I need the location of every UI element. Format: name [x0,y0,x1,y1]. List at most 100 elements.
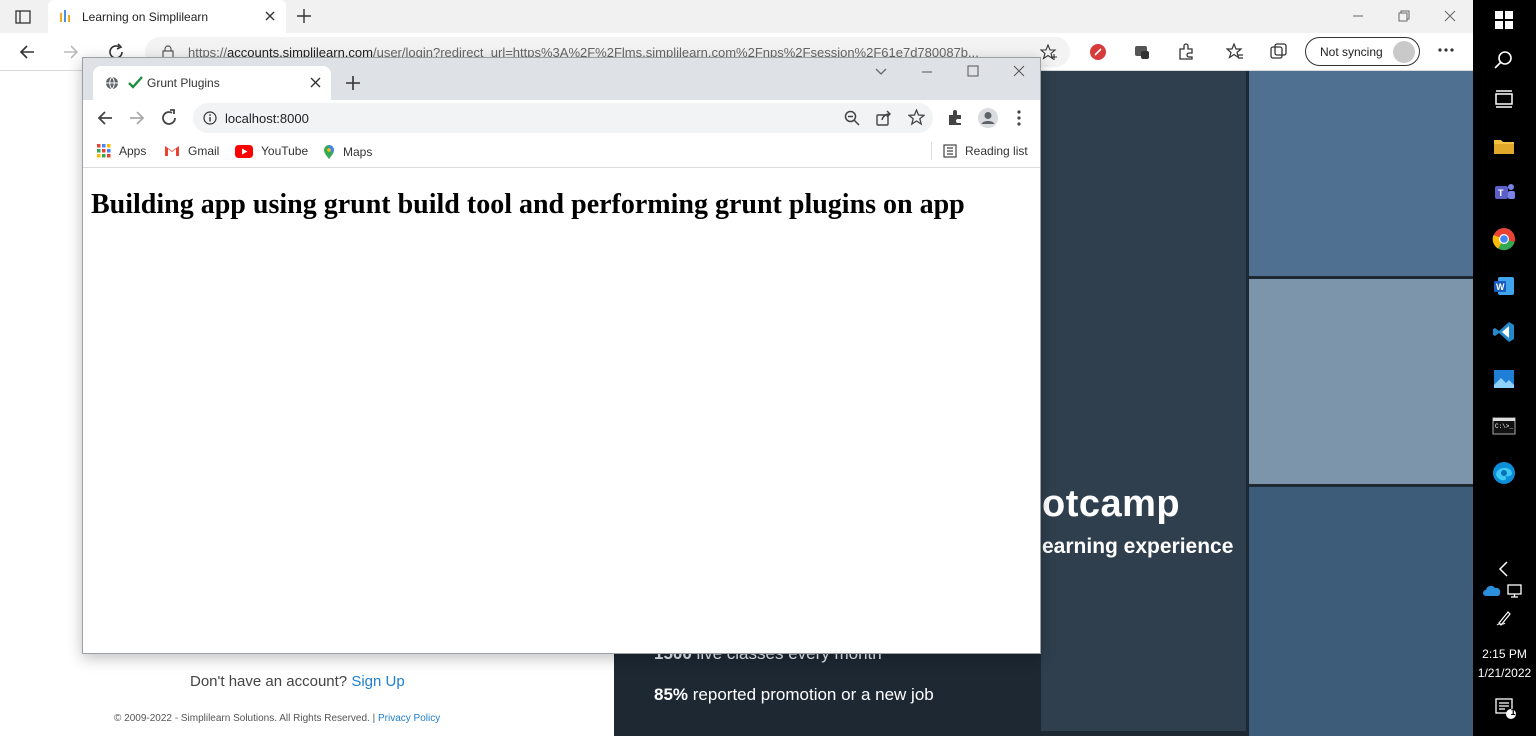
clock-time[interactable]: 2:15 PM [1473,647,1536,661]
chrome-tab-grunt-plugins[interactable]: Grunt Plugins [93,66,331,100]
favorites-icon[interactable] [1226,43,1244,61]
signup-link[interactable]: Sign Up [351,673,404,690]
extension-red-icon[interactable] [1089,43,1107,61]
windows-start-icon[interactable] [1492,8,1518,34]
back-icon[interactable] [96,109,114,127]
forward-icon[interactable] [128,109,146,127]
close-window-icon[interactable] [1444,10,1456,22]
collections-icon[interactable] [1270,43,1288,61]
copyright-text: © 2009-2022 - Simplilearn Solutions. All… [114,713,376,724]
bookmark-maps[interactable]: Maps [323,144,372,160]
maximize-icon[interactable] [967,65,979,77]
task-view-icon[interactable] [1492,88,1518,114]
globe-icon [105,76,119,90]
svg-text:T: T [1498,188,1504,198]
maps-pin-icon [323,144,335,160]
hero-photo-bottom [1249,487,1473,736]
chrome-browser-window: Grunt Plugins localhost:8000 Apps Gmail … [82,57,1041,654]
tab-actions-icon[interactable] [15,9,31,25]
reading-list-label: Reading list [965,144,1028,158]
extension-cursor-icon[interactable] [1133,43,1151,61]
onedrive-icon[interactable] [1483,585,1501,597]
terminal-icon[interactable]: C:\>_ [1492,414,1518,440]
page-heading: Building app using grunt build tool and … [91,189,965,220]
copyright-line: © 2009-2022 - Simplilearn Solutions. All… [114,713,440,724]
edge-icon[interactable] [1492,461,1518,487]
chrome-omnibox[interactable]: localhost:8000 [193,103,933,133]
close-tab-icon[interactable] [264,10,276,22]
chrome-icon[interactable] [1492,227,1518,253]
svg-text:C:\>_: C:\>_ [1495,423,1513,430]
bookmark-youtube[interactable]: YouTube [235,144,308,158]
windows-taskbar: T W C:\>_ 1 [1473,0,1536,736]
add-favorite-icon[interactable] [1040,44,1058,60]
forward-icon[interactable] [62,43,80,61]
edge-tab-title: Learning on Simplilearn [82,9,209,24]
vscode-icon[interactable] [1492,320,1518,346]
extensions-puzzle-icon[interactable] [947,109,964,126]
apps-grid-icon [97,144,111,158]
network-icon[interactable] [1507,584,1523,598]
checkmark-icon [128,76,143,89]
hero-photo-top [1249,71,1473,276]
bookmark-apps[interactable]: Apps [97,144,146,158]
photos-icon[interactable] [1492,367,1518,393]
extensions-puzzle-icon[interactable] [1177,43,1195,61]
sync-status-label: Not syncing [1320,44,1383,59]
show-hidden-icons-chevron-icon[interactable] [1492,557,1518,583]
gmail-icon [164,145,180,157]
signup-prompt-line: Don't have an account? Sign Up [190,673,405,690]
file-explorer-icon[interactable] [1492,134,1518,160]
hero-subtitle: earning experience [1042,535,1234,558]
back-icon[interactable] [18,43,36,61]
reading-list-button[interactable]: Reading list [943,144,1028,158]
edge-tab-simplilearn[interactable]: Learning on Simplilearn [48,0,286,33]
signup-prompt: Don't have an account? [190,673,348,690]
youtube-icon [235,144,253,158]
chrome-menu-icon[interactable] [1017,110,1021,126]
profile-avatar-icon [1393,41,1415,63]
stat2-number: 85% [654,685,689,704]
tab-search-chevron-icon[interactable] [875,68,887,76]
close-window-icon[interactable] [1013,65,1025,77]
profile-sync-button[interactable]: Not syncing [1305,37,1420,66]
minimize-icon[interactable] [921,66,933,78]
pen-icon[interactable] [1496,610,1512,626]
svg-text:W: W [1496,282,1505,292]
zoom-icon[interactable] [844,110,860,126]
chrome-toolbar: localhost:8000 [83,100,1040,136]
close-tab-icon[interactable] [310,77,321,88]
new-tab-icon[interactable] [296,8,312,24]
notification-count: 1 [1510,707,1516,717]
chrome-page-content: Building app using grunt build tool and … [83,169,1040,653]
chrome-tab-title: Grunt Plugins [147,76,220,90]
bookmark-gmail-label: Gmail [188,144,220,158]
bookmarks-bar: Apps Gmail YouTube Maps Reading list [83,136,1040,168]
minimize-icon[interactable] [1352,10,1364,22]
bookmark-star-icon[interactable] [908,109,925,126]
teams-icon[interactable]: T [1492,180,1518,206]
chrome-url-text: localhost:8000 [225,111,309,126]
word-icon[interactable]: W [1492,274,1518,300]
bookmark-youtube-label: YouTube [261,144,309,158]
stat-promotion: 85% reported promotion or a new job [654,685,934,705]
clock-date[interactable]: 1/21/2022 [1473,666,1536,680]
search-icon[interactable] [1492,48,1518,74]
reading-list-icon [943,144,957,158]
new-tab-icon[interactable] [346,76,360,90]
share-icon[interactable] [876,110,892,126]
bookmarks-divider [931,142,932,160]
more-options-icon[interactable] [1437,47,1455,53]
restore-icon[interactable] [1398,10,1410,22]
hero-photo-left [1041,71,1246,731]
edge-tab-bar: Learning on Simplilearn [0,0,1473,33]
bookmark-gmail[interactable]: Gmail [164,144,219,158]
hero-photo-middle [1249,279,1473,484]
profile-icon[interactable] [977,107,999,129]
reload-icon[interactable] [160,109,178,127]
privacy-policy-link[interactable]: Privacy Policy [378,713,440,724]
hero-title: otcamp [1042,483,1181,525]
info-icon[interactable] [203,111,217,125]
bookmark-maps-label: Maps [343,145,373,159]
stat2-text: reported promotion or a new job [688,685,934,704]
